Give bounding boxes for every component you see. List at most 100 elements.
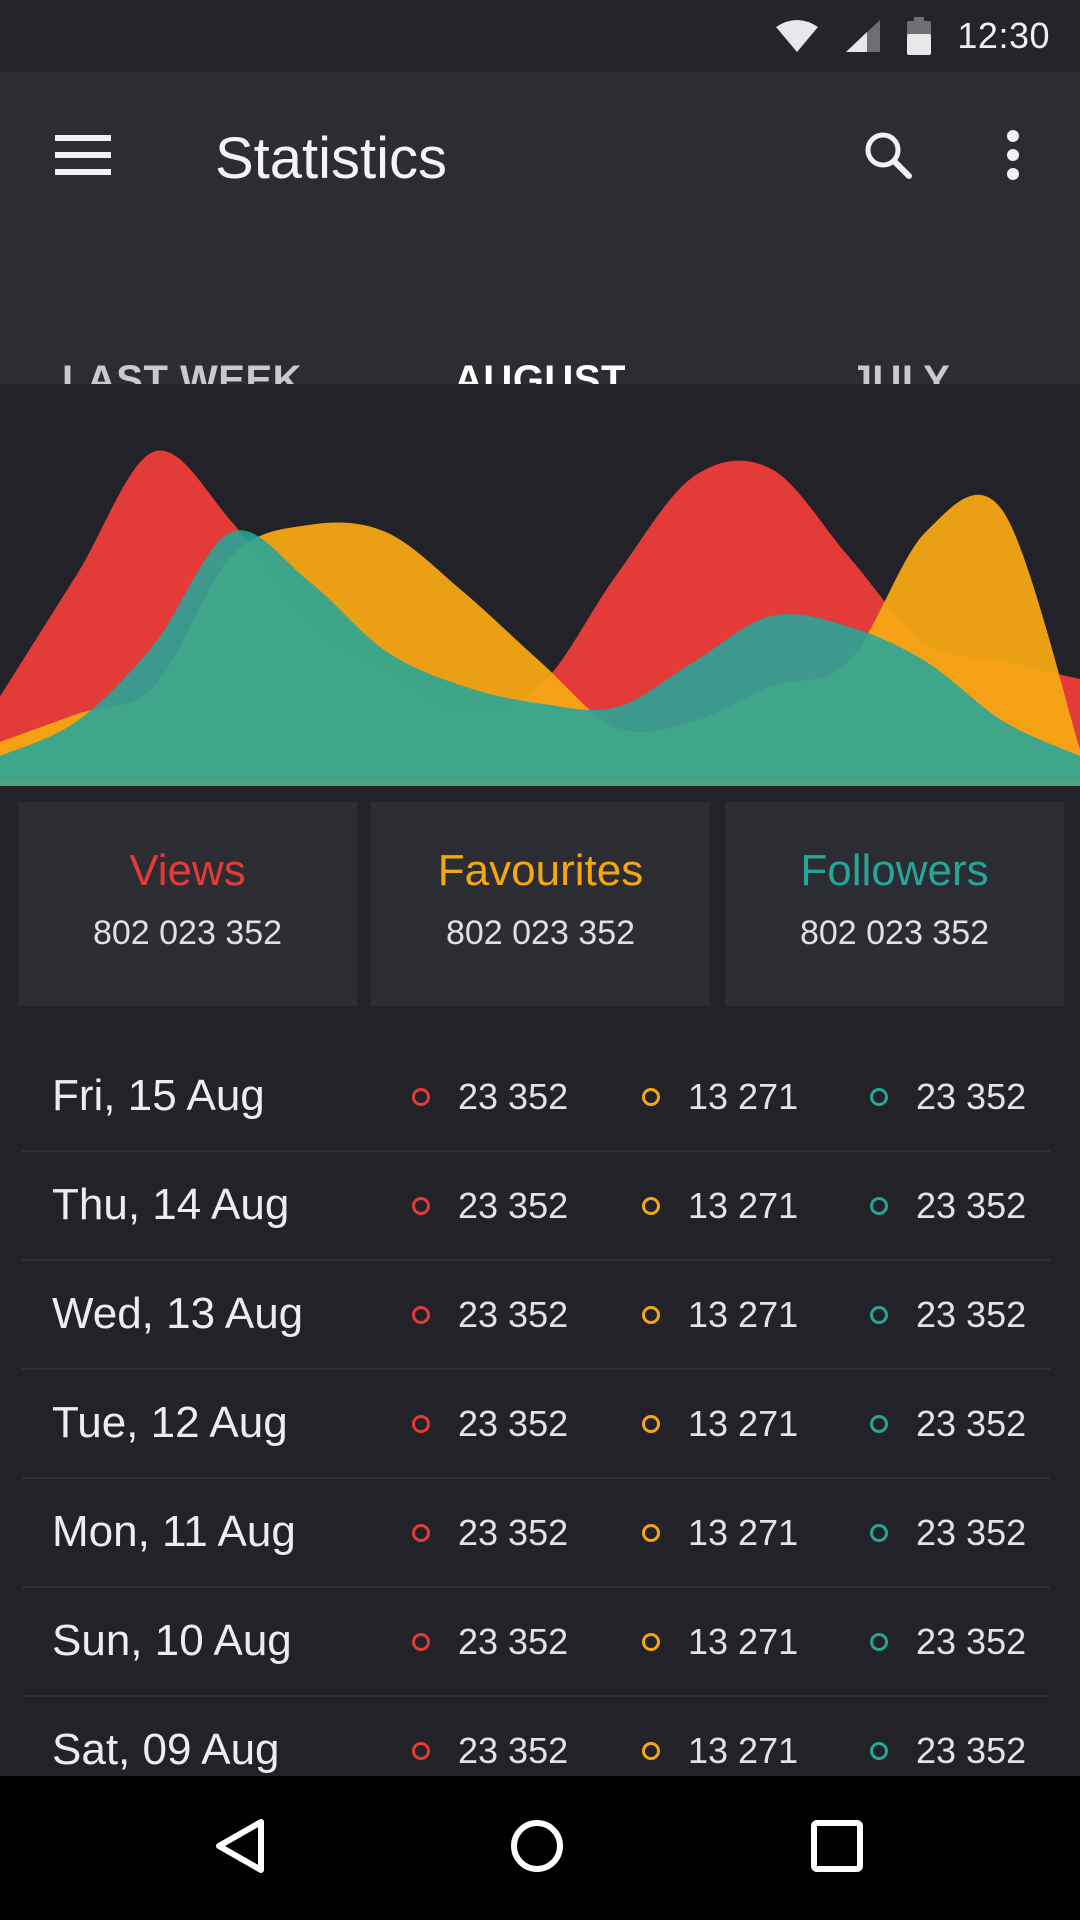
views-value: 23 352 xyxy=(458,1620,569,1662)
row-date: Mon, 11 Aug xyxy=(52,1507,296,1556)
followers-metric: 23 352 xyxy=(870,1261,1026,1368)
list-item[interactable]: Tue, 12 Aug 23 352 13 271 23 352 xyxy=(22,1370,1050,1479)
views-value: 23 352 xyxy=(458,1293,569,1335)
favourites-dot-icon xyxy=(642,1087,660,1106)
menu-icon xyxy=(55,134,111,180)
chart-baseline xyxy=(0,782,1080,786)
list-item[interactable]: Fri, 15 Aug 23 352 13 271 23 352 xyxy=(22,1043,1050,1152)
list-item[interactable]: Thu, 14 Aug 23 352 13 271 23 352 xyxy=(22,1152,1050,1261)
wifi-icon xyxy=(775,19,819,53)
favourites-metric: 13 271 xyxy=(642,1152,798,1259)
views-metric: 23 352 xyxy=(412,1370,568,1477)
search-icon xyxy=(863,130,913,185)
favourites-dot-icon xyxy=(642,1305,660,1324)
views-value: 23 352 xyxy=(458,1184,569,1226)
more-vert-icon xyxy=(1006,129,1020,185)
favourites-metric: 13 271 xyxy=(642,1370,798,1477)
more-options-button[interactable] xyxy=(970,114,1056,200)
daily-stats-list: Fri, 15 Aug 23 352 13 271 23 352 Thu, 14 Aug… xyxy=(22,1043,1050,1806)
favourites-value: 13 271 xyxy=(688,1511,799,1553)
row-date: Sat, 09 Aug xyxy=(52,1725,280,1774)
statistics-chart xyxy=(0,384,1080,786)
views-value: 23 352 xyxy=(458,1729,569,1771)
views-dot-icon xyxy=(412,1523,430,1542)
list-item[interactable]: Mon, 11 Aug 23 352 13 271 23 352 xyxy=(22,1479,1050,1588)
favourites-value: 13 271 xyxy=(688,1402,799,1444)
signal-icon xyxy=(845,19,881,53)
followers-value: 23 352 xyxy=(916,1293,1027,1335)
favourites-label: Favourites xyxy=(437,846,644,895)
followers-metric: 23 352 xyxy=(870,1479,1026,1586)
views-dot-icon xyxy=(412,1305,430,1324)
followers-metric: 23 352 xyxy=(870,1370,1026,1477)
followers-dot-icon xyxy=(870,1305,888,1324)
followers-card[interactable]: Followers 802 023 352 xyxy=(725,802,1064,1006)
favourites-dot-icon xyxy=(642,1414,660,1433)
views-metric: 23 352 xyxy=(412,1479,568,1586)
views-metric: 23 352 xyxy=(412,1152,568,1259)
favourites-total: 802 023 352 xyxy=(445,914,636,952)
followers-dot-icon xyxy=(870,1523,888,1542)
followers-dot-icon xyxy=(870,1741,888,1760)
favourites-value: 13 271 xyxy=(688,1729,799,1771)
row-date: Sun, 10 Aug xyxy=(52,1616,292,1665)
home-button[interactable] xyxy=(487,1798,587,1898)
views-dot-icon xyxy=(412,1741,430,1760)
recents-button[interactable] xyxy=(787,1798,887,1898)
followers-label: Followers xyxy=(800,846,989,895)
views-metric: 23 352 xyxy=(412,1043,568,1150)
followers-metric: 23 352 xyxy=(870,1152,1026,1259)
followers-total: 802 023 352 xyxy=(799,914,990,952)
list-item[interactable]: Sun, 10 Aug 23 352 13 271 23 352 xyxy=(22,1588,1050,1697)
followers-dot-icon xyxy=(870,1414,888,1433)
page-title: Statistics xyxy=(215,126,448,191)
status-time: 12:30 xyxy=(957,15,1050,56)
list-item[interactable]: Wed, 13 Aug 23 352 13 271 23 352 xyxy=(22,1261,1050,1370)
favourites-metric: 13 271 xyxy=(642,1588,798,1695)
back-icon xyxy=(213,1818,267,1879)
favourites-value: 13 271 xyxy=(688,1620,799,1662)
views-value: 23 352 xyxy=(458,1075,569,1117)
followers-dot-icon xyxy=(870,1087,888,1106)
favourites-dot-icon xyxy=(642,1523,660,1542)
followers-dot-icon xyxy=(870,1196,888,1215)
followers-value: 23 352 xyxy=(916,1075,1027,1117)
status-icons: 12:30 xyxy=(775,0,1050,72)
views-label: Views xyxy=(129,846,246,895)
favourites-dot-icon xyxy=(642,1196,660,1215)
followers-value: 23 352 xyxy=(916,1620,1027,1662)
favourites-value: 13 271 xyxy=(688,1075,799,1117)
recents-icon xyxy=(811,1819,863,1877)
favourites-dot-icon xyxy=(642,1632,660,1651)
row-date: Thu, 14 Aug xyxy=(52,1180,290,1229)
app-bar: Statistics LAST WEEK AUGUST JULY xyxy=(0,72,1080,456)
views-value: 23 352 xyxy=(458,1402,569,1444)
followers-value: 23 352 xyxy=(916,1184,1027,1226)
followers-value: 23 352 xyxy=(916,1511,1027,1553)
followers-metric: 23 352 xyxy=(870,1043,1026,1150)
back-button[interactable] xyxy=(190,1798,290,1898)
views-dot-icon xyxy=(412,1632,430,1651)
row-date: Wed, 13 Aug xyxy=(52,1289,304,1338)
views-metric: 23 352 xyxy=(412,1261,568,1368)
home-icon xyxy=(509,1818,565,1879)
favourites-dot-icon xyxy=(642,1741,660,1760)
followers-value: 23 352 xyxy=(916,1402,1027,1444)
views-dot-icon xyxy=(412,1196,430,1215)
followers-metric: 23 352 xyxy=(870,1588,1026,1695)
views-card[interactable]: Views 802 023 352 xyxy=(18,802,357,1006)
views-value: 23 352 xyxy=(458,1511,569,1553)
battery-icon xyxy=(907,17,932,55)
favourites-metric: 13 271 xyxy=(642,1043,798,1150)
status-bar: 12:30 xyxy=(0,0,1080,72)
favourites-metric: 13 271 xyxy=(642,1261,798,1368)
search-button[interactable] xyxy=(845,114,931,200)
row-date: Tue, 12 Aug xyxy=(52,1398,288,1447)
area-chart xyxy=(0,450,1080,786)
views-metric: 23 352 xyxy=(412,1588,568,1695)
views-dot-icon xyxy=(412,1087,430,1106)
views-total: 802 023 352 xyxy=(92,914,283,952)
menu-button[interactable] xyxy=(40,114,126,200)
favourites-card[interactable]: Favourites 802 023 352 xyxy=(371,802,710,1006)
favourites-value: 13 271 xyxy=(688,1293,799,1335)
